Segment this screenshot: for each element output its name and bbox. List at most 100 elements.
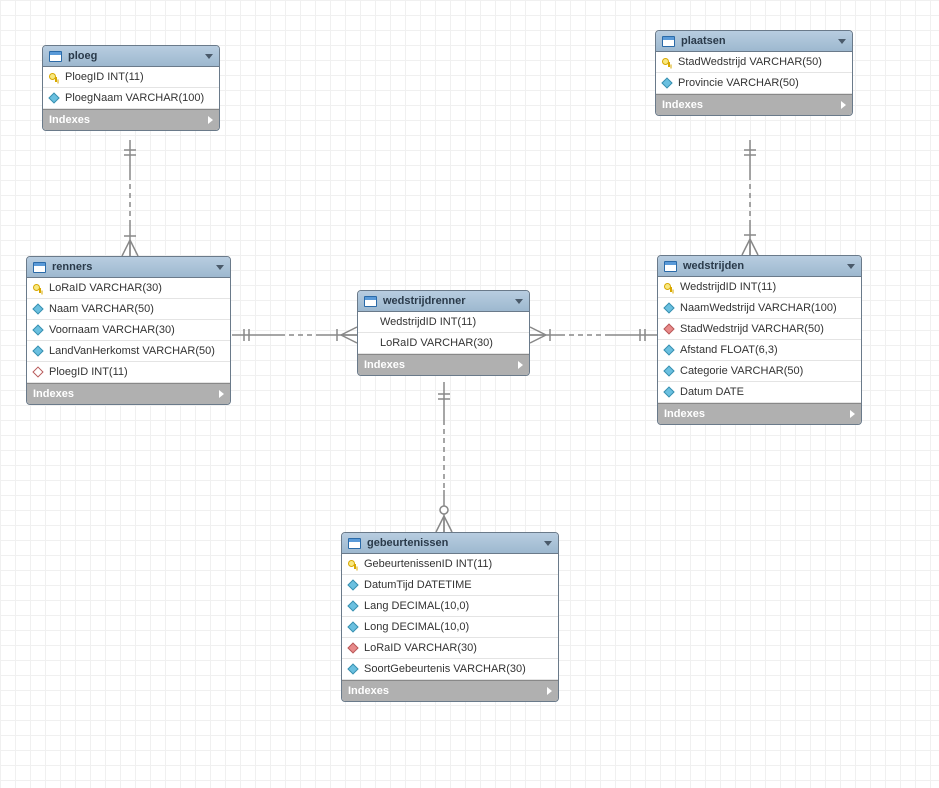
indexes-section[interactable]: Indexes [342, 680, 558, 701]
table-icon [348, 538, 361, 549]
column-label: StadWedstrijd VARCHAR(50) [678, 56, 822, 68]
entity-header[interactable]: wedstrijdrenner [358, 291, 529, 312]
column-row: Categorie VARCHAR(50) [658, 361, 861, 382]
primary-key-icon [348, 559, 358, 569]
entity-header[interactable]: wedstrijden [658, 256, 861, 277]
entity-title: ploeg [68, 50, 199, 62]
entity-renners[interactable]: renners LoRaID VARCHAR(30) Naam VARCHAR(… [26, 256, 231, 405]
indexes-section[interactable]: Indexes [658, 403, 861, 424]
expand-icon [850, 410, 855, 418]
column-row: Afstand FLOAT(6,3) [658, 340, 861, 361]
column-label: Provincie VARCHAR(50) [678, 77, 799, 89]
entity-ploeg[interactable]: ploeg PloegID INT(11) PloegNaam VARCHAR(… [42, 45, 220, 131]
expand-icon [841, 101, 846, 109]
foreign-key-icon [32, 366, 43, 377]
column-type-icon [663, 344, 674, 355]
column-label: Datum DATE [680, 386, 744, 398]
column-type-icon [347, 621, 358, 632]
entity-header[interactable]: ploeg [43, 46, 219, 67]
primary-key-icon [49, 72, 59, 82]
column-type-icon [663, 302, 674, 313]
column-type-icon [32, 345, 43, 356]
collapse-icon[interactable] [515, 299, 523, 304]
column-row: PloegID INT(11) [27, 362, 230, 383]
expand-icon [547, 687, 552, 695]
column-label: StadWedstrijd VARCHAR(50) [680, 323, 824, 335]
foreign-key-icon [347, 642, 358, 653]
column-row: Naam VARCHAR(50) [27, 299, 230, 320]
column-row: GebeurtenissenID INT(11) [342, 554, 558, 575]
column-label: WedstrijdID INT(11) [380, 316, 476, 328]
expand-icon [518, 361, 523, 369]
column-row: Provincie VARCHAR(50) [656, 73, 852, 94]
column-label: LoRaID VARCHAR(30) [49, 282, 162, 294]
expand-icon [219, 390, 224, 398]
column-label: PloegID INT(11) [65, 71, 144, 83]
table-icon [49, 51, 62, 62]
column-type-icon [661, 77, 672, 88]
column-row: LoRaID VARCHAR(30) [342, 638, 558, 659]
column-type-icon [347, 600, 358, 611]
collapse-icon[interactable] [847, 264, 855, 269]
primary-key-icon [662, 57, 672, 67]
collapse-icon[interactable] [216, 265, 224, 270]
column-row: WedstrijdID INT(11) [358, 312, 529, 333]
column-row: Datum DATE [658, 382, 861, 403]
column-label: Voornaam VARCHAR(30) [49, 324, 175, 336]
entity-title: wedstrijdrenner [383, 295, 509, 307]
column-label: PloegNaam VARCHAR(100) [65, 92, 204, 104]
indexes-section[interactable]: Indexes [43, 109, 219, 130]
column-label: Naam VARCHAR(50) [49, 303, 154, 315]
column-label: Long DECIMAL(10,0) [364, 621, 469, 633]
entity-wedstrijden[interactable]: wedstrijden WedstrijdID INT(11) NaamWeds… [657, 255, 862, 425]
column-row: StadWedstrijd VARCHAR(50) [658, 319, 861, 340]
column-type-icon [347, 663, 358, 674]
column-row: PloegNaam VARCHAR(100) [43, 88, 219, 109]
column-row: Lang DECIMAL(10,0) [342, 596, 558, 617]
column-row: StadWedstrijd VARCHAR(50) [656, 52, 852, 73]
entity-gebeurtenissen[interactable]: gebeurtenissen GebeurtenissenID INT(11) … [341, 532, 559, 702]
column-label: Categorie VARCHAR(50) [680, 365, 803, 377]
column-type-icon [32, 303, 43, 314]
entity-title: wedstrijden [683, 260, 841, 272]
expand-icon [208, 116, 213, 124]
column-label: DatumTijd DATETIME [364, 579, 472, 591]
column-row: LandVanHerkomst VARCHAR(50) [27, 341, 230, 362]
primary-key-icon [664, 282, 674, 292]
entity-header[interactable]: plaatsen [656, 31, 852, 52]
column-row: LoRaID VARCHAR(30) [358, 333, 529, 354]
indexes-section[interactable]: Indexes [358, 354, 529, 375]
column-label: LandVanHerkomst VARCHAR(50) [49, 345, 215, 357]
entity-title: renners [52, 261, 210, 273]
column-row: SoortGebeurtenis VARCHAR(30) [342, 659, 558, 680]
entity-title: gebeurtenissen [367, 537, 538, 549]
column-row: Long DECIMAL(10,0) [342, 617, 558, 638]
column-row: Voornaam VARCHAR(30) [27, 320, 230, 341]
entity-wedstrijdrenner[interactable]: wedstrijdrenner WedstrijdID INT(11) LoRa… [357, 290, 530, 376]
entity-plaatsen[interactable]: plaatsen StadWedstrijd VARCHAR(50) Provi… [655, 30, 853, 116]
column-label: GebeurtenissenID INT(11) [364, 558, 492, 570]
column-row: WedstrijdID INT(11) [658, 277, 861, 298]
column-label: PloegID INT(11) [49, 366, 128, 378]
column-label: Afstand FLOAT(6,3) [680, 344, 778, 356]
table-icon [664, 261, 677, 272]
column-type-icon [347, 579, 358, 590]
column-label: NaamWedstrijd VARCHAR(100) [680, 302, 837, 314]
column-label: SoortGebeurtenis VARCHAR(30) [364, 663, 526, 675]
column-label: LoRaID VARCHAR(30) [364, 642, 477, 654]
indexes-section[interactable]: Indexes [656, 94, 852, 115]
indexes-section[interactable]: Indexes [27, 383, 230, 404]
table-icon [662, 36, 675, 47]
column-type-icon [663, 386, 674, 397]
primary-key-icon [33, 283, 43, 293]
collapse-icon[interactable] [544, 541, 552, 546]
collapse-icon[interactable] [838, 39, 846, 44]
column-label: WedstrijdID INT(11) [680, 281, 776, 293]
entity-header[interactable]: renners [27, 257, 230, 278]
entity-header[interactable]: gebeurtenissen [342, 533, 558, 554]
collapse-icon[interactable] [205, 54, 213, 59]
column-type-icon [48, 92, 59, 103]
column-row: LoRaID VARCHAR(30) [27, 278, 230, 299]
column-row: NaamWedstrijd VARCHAR(100) [658, 298, 861, 319]
foreign-key-icon [663, 323, 674, 334]
